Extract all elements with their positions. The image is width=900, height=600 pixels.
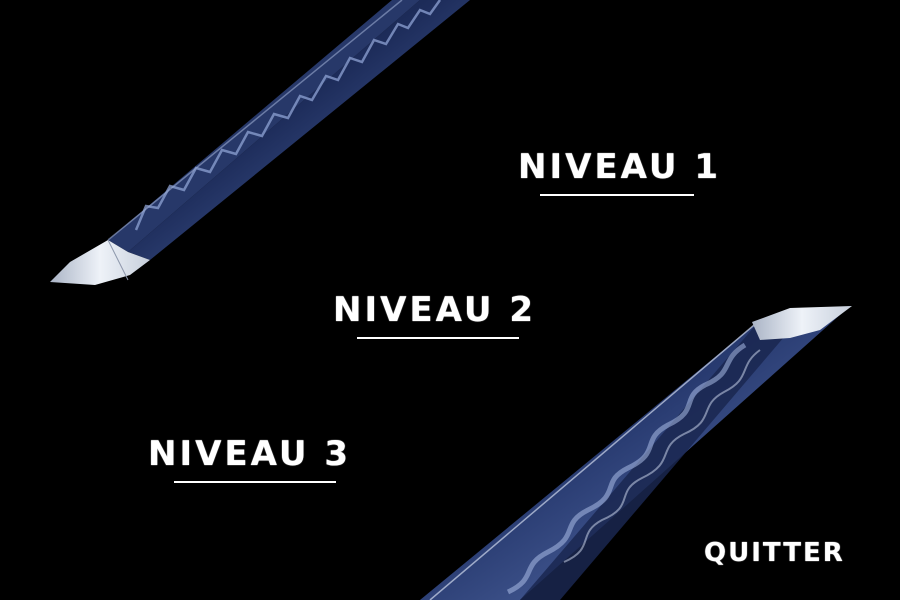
upper-katana-blade bbox=[50, 0, 470, 285]
quit-button[interactable]: QUITTER bbox=[704, 540, 845, 566]
level-1-button[interactable]: NIVEAU 1 bbox=[518, 150, 721, 196]
quit-label: QUITTER bbox=[704, 538, 845, 568]
level-1-underline bbox=[540, 194, 694, 196]
level-2-underline bbox=[357, 337, 519, 339]
level-2-label: NIVEAU 2 bbox=[333, 290, 537, 330]
level-3-button[interactable]: NIVEAU 3 bbox=[148, 437, 351, 483]
level-1-label: NIVEAU 1 bbox=[518, 147, 722, 187]
level-select-screen: NIVEAU 1 NIVEAU 2 NIVEAU 3 QUITTER bbox=[0, 0, 900, 600]
level-2-button[interactable]: NIVEAU 2 bbox=[333, 293, 536, 339]
level-3-label: NIVEAU 3 bbox=[148, 434, 352, 474]
level-3-underline bbox=[174, 481, 336, 483]
